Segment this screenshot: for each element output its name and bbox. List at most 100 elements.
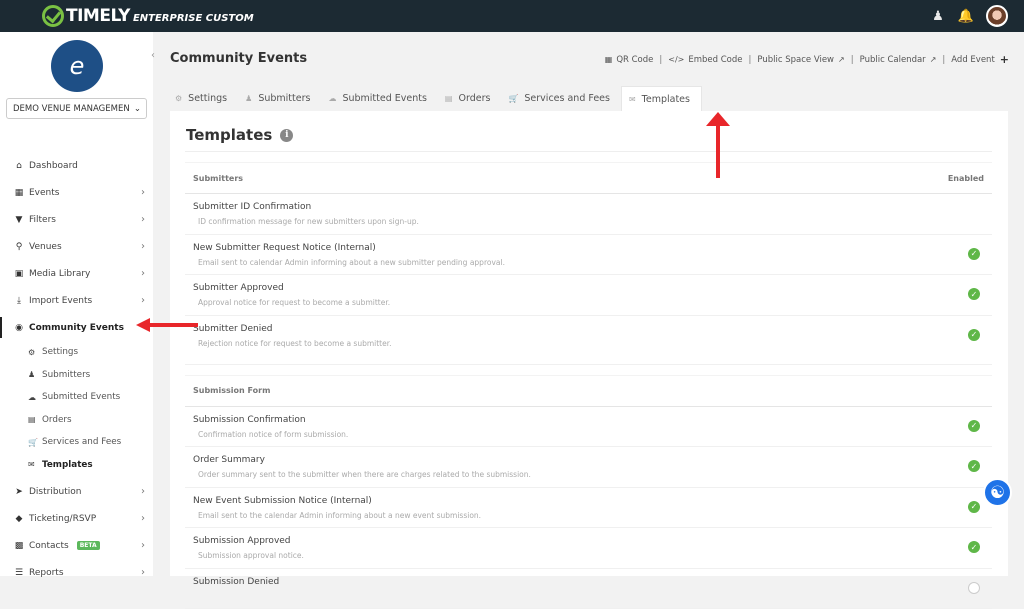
template-title[interactable]: Submitter Denied [193, 324, 984, 334]
templates-table: SubmittersEnabledSubmitter ID Confirmati… [185, 151, 992, 609]
venue-select[interactable]: DEMO VENUE MANAGEMEN ⌄ [6, 98, 147, 119]
tab-templates[interactable]: ✉Templates [621, 86, 702, 111]
panel-title: Templates i [186, 126, 293, 144]
timely-logo[interactable]: TIMELY ENTERPRISE CUSTOM [42, 5, 254, 27]
paper-plane-icon: ➤ [13, 487, 25, 497]
sidebar-item-label: Distribution [29, 487, 82, 497]
template-description: Submission approval notice. [193, 551, 984, 560]
divider: | [659, 55, 662, 65]
template-title[interactable]: Submitter Approved [193, 283, 984, 293]
chevron-right-icon: › [141, 295, 145, 306]
collapse-sidebar-icon[interactable]: ‹ [151, 50, 155, 61]
template-row[interactable]: Order Summary Order summary sent to the s… [185, 447, 992, 488]
template-title[interactable]: Submission Approved [193, 536, 984, 546]
add-event-link[interactable]: Add Event [951, 55, 995, 65]
template-title[interactable]: New Event Submission Notice (Internal) [193, 496, 984, 506]
template-title[interactable]: Submission Confirmation [193, 415, 984, 425]
contact-card-icon: ▩ [13, 541, 25, 551]
edition-label: ENTERPRISE CUSTOM [133, 13, 254, 24]
sidebar-item-filters[interactable]: ▼Filters› [0, 206, 153, 233]
enabled-check-icon[interactable]: ✓ [968, 541, 980, 553]
sidebar-item-distribution[interactable]: ➤ Distribution › [0, 478, 153, 505]
sidebar-subitem-label: Services and Fees [42, 437, 121, 447]
chevron-right-icon: › [141, 214, 145, 225]
enabled-check-icon[interactable]: ✓ [968, 501, 980, 513]
sidebar-subitem-settings[interactable]: ⚙Settings [0, 341, 153, 364]
template-row[interactable]: Submission Denied [185, 569, 992, 609]
template-title[interactable]: New Submitter Request Notice (Internal) [193, 243, 984, 253]
sidebar-item-ticketing-rsvp[interactable]: ◆Ticketing/RSVP› [0, 505, 153, 532]
timely-check-icon [42, 5, 64, 27]
template-description: Rejection notice for request to become a… [193, 339, 984, 348]
enabled-check-icon[interactable]: ✓ [968, 460, 980, 472]
sidebar-item-label: Venues [29, 242, 62, 252]
embed-code-link[interactable]: Embed Code [688, 55, 742, 65]
tab-orders[interactable]: ▤Orders [438, 86, 502, 111]
divider: | [749, 55, 752, 65]
sidebar-subitem-submitters[interactable]: ♟Submitters [0, 364, 153, 387]
code-icon: </> [668, 55, 684, 64]
venue-logo: e [51, 40, 103, 92]
support-agent-icon[interactable]: ♟ [929, 7, 947, 25]
user-avatar[interactable] [986, 5, 1008, 27]
sidebar-item-community-events[interactable]: ◉Community Events [0, 314, 153, 341]
chevron-right-icon: › [141, 486, 145, 497]
template-title[interactable]: Submission Denied [193, 577, 984, 587]
chevron-down-icon: ⌄ [134, 104, 141, 114]
info-icon[interactable]: i [280, 129, 293, 142]
public-space-view-link[interactable]: Public Space View [757, 55, 834, 65]
bell-icon[interactable]: 🔔 [957, 7, 975, 25]
template-row[interactable]: New Submitter Request Notice (Internal)E… [185, 235, 992, 276]
sidebar-item-media-library[interactable]: ▣Media Library› [0, 260, 153, 287]
sidebar-item-contacts[interactable]: ▩ContactsBETA› [0, 532, 153, 559]
template-row[interactable]: Submitter ID Confirmation ID confirmation… [185, 194, 992, 235]
template-row[interactable]: Submitter Denied Rejection notice for req… [185, 316, 992, 365]
plus-icon: + [1000, 53, 1009, 66]
accessibility-icon[interactable]: ☯ [983, 478, 1012, 507]
tab-services-and-fees[interactable]: 🛒Services and Fees [501, 86, 621, 111]
enabled-check-icon[interactable]: ✓ [968, 420, 980, 432]
sidebar-subitem-submitted-events[interactable]: ☁Submitted Events [0, 386, 153, 409]
sidebar-item-venues[interactable]: ⚲Venues› [0, 233, 153, 260]
template-description: Order summary sent to the submitter when… [193, 470, 984, 479]
sidebar-item-label: Import Events [29, 296, 92, 306]
panel-title-text: Templates [186, 126, 272, 144]
template-title[interactable]: Order Summary [193, 455, 984, 465]
sidebar-subitem-services-and-fees[interactable]: 🛒Services and Fees [0, 431, 153, 454]
sidebar-item-dashboard[interactable]: ⌂Dashboard [0, 152, 153, 179]
divider: | [851, 55, 854, 65]
cart-icon: 🛒 [508, 94, 518, 103]
qr-code-link[interactable]: QR Code [616, 55, 653, 65]
sidebar-item-import-events[interactable]: ⤓Import Events› [0, 287, 153, 314]
sidebar-subitem-templates[interactable]: ✉Templates [0, 454, 153, 477]
sidebar-subitem-orders[interactable]: ▤Orders [0, 409, 153, 432]
template-description: ID confirmation message for new submitte… [193, 217, 984, 226]
sidebar-nav: ⌂Dashboard ▦Events› ▼Filters› ⚲Venues› ▣… [0, 152, 153, 586]
disabled-circle-icon[interactable] [968, 582, 980, 594]
tab-submitters[interactable]: ♟Submitters [238, 86, 321, 111]
template-row[interactable]: Submission ConfirmationConfirmation noti… [185, 407, 992, 448]
template-row[interactable]: Submission Approved Submission approval n… [185, 528, 992, 569]
section-name: Submitters [193, 174, 243, 183]
sidebar-item-label: Media Library [29, 269, 90, 279]
enabled-check-icon[interactable]: ✓ [968, 248, 980, 260]
enabled-check-icon[interactable]: ✓ [968, 329, 980, 341]
home-icon: ⌂ [13, 161, 25, 171]
main-content: Community Events ▦ QR Code | </> Embed C… [163, 32, 1014, 576]
enabled-check-icon[interactable]: ✓ [968, 288, 980, 300]
sidebar-item-label: Events [29, 188, 59, 198]
template-row[interactable]: Submitter ApprovedApproval notice for re… [185, 275, 992, 316]
tab-settings[interactable]: ⚙Settings [168, 86, 238, 111]
chevron-right-icon: › [141, 187, 145, 198]
sidebar-item-reports[interactable]: ☰Reports› [0, 559, 153, 586]
sidebar-item-label: Ticketing/RSVP [29, 514, 96, 524]
sidebar-subitem-label: Orders [42, 415, 72, 425]
template-row[interactable]: New Event Submission Notice (Internal)Em… [185, 488, 992, 529]
public-calendar-link[interactable]: Public Calendar [860, 55, 926, 65]
sidebar-item-label: Community Events [29, 323, 124, 333]
chevron-right-icon: › [141, 567, 145, 578]
sidebar-item-events[interactable]: ▦Events› [0, 179, 153, 206]
users-icon: ♟ [245, 94, 252, 103]
tab-submitted-events[interactable]: ☁Submitted Events [321, 86, 437, 111]
template-title[interactable]: Submitter ID Confirmation [193, 202, 984, 212]
